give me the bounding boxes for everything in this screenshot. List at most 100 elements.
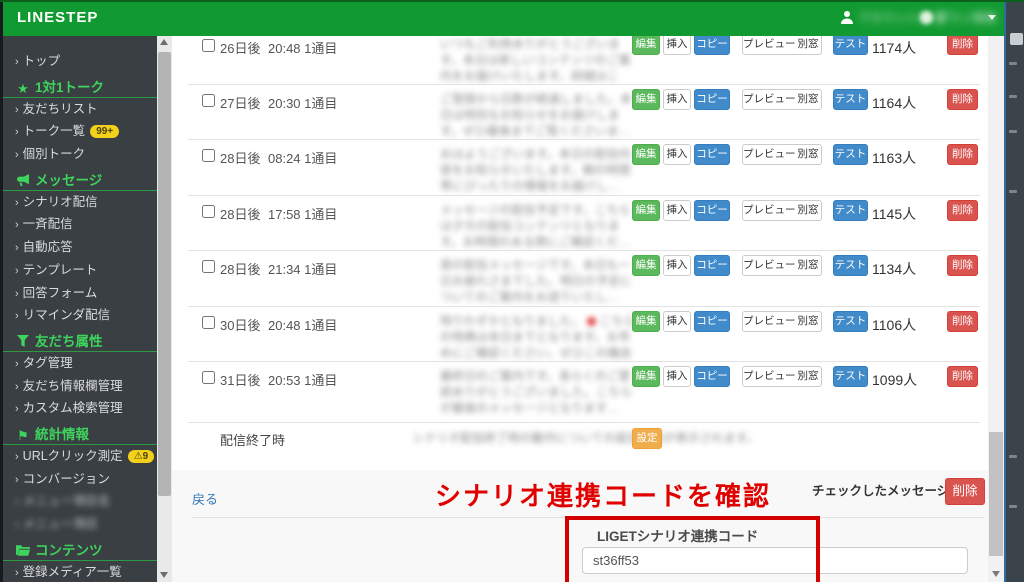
insert-button[interactable]: 挿入: [663, 255, 691, 276]
recipient-count: 1164人: [872, 95, 917, 111]
preview-button[interactable]: プレビュー: [742, 200, 796, 221]
delete-button[interactable]: 削除: [947, 200, 978, 221]
scroll-down-arrow-icon[interactable]: [992, 571, 1000, 577]
new-window-button[interactable]: 別窓: [795, 89, 822, 110]
annotation-text: シナリオ連携コードを確認: [435, 481, 772, 511]
delete-button[interactable]: 削除: [947, 255, 978, 276]
folder-icon: [15, 542, 31, 562]
row-checkbox[interactable]: [202, 39, 215, 52]
sidebar-scrollbar[interactable]: [157, 36, 172, 582]
user-icon: [840, 10, 854, 30]
new-window-button[interactable]: 別窓: [795, 366, 822, 387]
test-button[interactable]: テスト: [833, 255, 868, 276]
sidebar-section-1to1-talk: ★ 1対1トーク: [3, 73, 157, 98]
scroll-down-arrow-icon[interactable]: [160, 572, 168, 578]
insert-button[interactable]: 挿入: [663, 311, 691, 332]
test-button[interactable]: テスト: [833, 366, 868, 387]
test-button[interactable]: テスト: [833, 89, 868, 110]
copy-button[interactable]: コピー: [694, 200, 730, 221]
copy-button[interactable]: コピー: [694, 144, 730, 165]
edit-button[interactable]: 編集: [632, 144, 660, 165]
sidebar-item-answer-form[interactable]: › 回答フォーム: [3, 282, 157, 305]
edit-button[interactable]: 編集: [632, 36, 660, 55]
preview-button[interactable]: プレビュー: [742, 36, 796, 55]
edit-button[interactable]: 編集: [632, 366, 660, 387]
edit-button[interactable]: 編集: [632, 200, 660, 221]
delete-button[interactable]: 削除: [947, 311, 978, 332]
sidebar-item-custom-search-management[interactable]: › カスタム検索管理: [3, 397, 157, 420]
delete-button[interactable]: 削除: [947, 36, 978, 55]
sidebar-item-friend-list[interactable]: › 友だちリスト: [3, 98, 157, 121]
sidebar-item-bulk-delivery[interactable]: › 一斉配信: [3, 213, 157, 236]
new-window-button[interactable]: 別窓: [795, 255, 822, 276]
copy-button[interactable]: コピー: [694, 311, 730, 332]
new-window-button[interactable]: 別窓: [795, 36, 822, 55]
row-checkbox[interactable]: [202, 205, 215, 218]
row-divider: [188, 139, 980, 140]
back-link[interactable]: 戻る: [192, 489, 218, 508]
new-window-button[interactable]: 別窓: [795, 311, 822, 332]
insert-button[interactable]: 挿入: [663, 89, 691, 110]
delivery-end-masked: シナリオ配信終了時の動作についての設定内容が表示されます。: [412, 431, 759, 445]
page-scrollbar-thumb[interactable]: [989, 432, 1003, 556]
sidebar-item-masked-1[interactable]: › メニュー項目名: [3, 490, 157, 513]
test-button[interactable]: テスト: [833, 200, 868, 221]
preview-button[interactable]: プレビュー: [742, 144, 796, 165]
sidebar-item-masked-2[interactable]: › メニュー項目: [3, 513, 157, 536]
row-checkbox[interactable]: [202, 94, 215, 107]
message-preview-masked: いつもご利用ありがとうございます。本日は新しいコンテンツのご案内をお届けいたしま…: [440, 37, 631, 83]
edit-button[interactable]: 編集: [632, 89, 660, 110]
edit-button[interactable]: 編集: [632, 311, 660, 332]
copy-button[interactable]: コピー: [694, 255, 730, 276]
copy-button[interactable]: コピー: [694, 89, 730, 110]
row-checkbox[interactable]: [202, 260, 215, 273]
sidebar-item-registered-media[interactable]: › 登録メディア一覧: [3, 561, 157, 582]
flag-icon: ⚑: [17, 427, 29, 443]
sidebar-item-template[interactable]: › テンプレート: [3, 259, 157, 282]
delete-button[interactable]: 削除: [947, 144, 978, 165]
preview-button[interactable]: プレビュー: [742, 89, 796, 110]
sidebar-item-url-click-measure[interactable]: › URLクリック測定 ⚠9: [3, 445, 157, 468]
sidebar-scrollbar-thumb[interactable]: [158, 52, 171, 496]
new-window-button[interactable]: 別窓: [795, 200, 822, 221]
sidebar-item-friend-info-management[interactable]: › 友だち情報欄管理: [3, 375, 157, 398]
sidebar-item-conversion[interactable]: › コンバージョン: [3, 468, 157, 491]
row-checkbox[interactable]: [202, 149, 215, 162]
sidebar-item-auto-reply[interactable]: › 自動応答: [3, 236, 157, 259]
insert-button[interactable]: 挿入: [663, 144, 691, 165]
row-checkbox[interactable]: [202, 371, 215, 384]
copy-button[interactable]: コピー: [694, 36, 730, 55]
recipient-count: 1174人: [872, 40, 917, 56]
preview-button[interactable]: プレビュー: [742, 311, 796, 332]
row-divider: [188, 84, 980, 85]
set-button[interactable]: 設定: [632, 428, 662, 449]
test-button[interactable]: テスト: [833, 36, 868, 55]
copy-button[interactable]: コピー: [694, 366, 730, 387]
sidebar-item-scenario-delivery[interactable]: › シナリオ配信: [3, 191, 157, 214]
delete-checked-button[interactable]: 削除: [945, 478, 985, 505]
app-header: LINESTEP アカウント名 様 プラン情報: [3, 0, 1004, 36]
sidebar-item-tag-management[interactable]: › タグ管理: [3, 352, 157, 375]
sidebar-item-individual-talk[interactable]: › 個別トーク: [3, 143, 157, 166]
sidebar-section-statistics: ⚑ 統計情報: [3, 420, 157, 445]
new-window-button[interactable]: 別窓: [795, 144, 822, 165]
test-button[interactable]: テスト: [833, 144, 868, 165]
test-button[interactable]: テスト: [833, 311, 868, 332]
preview-button[interactable]: プレビュー: [742, 255, 796, 276]
insert-button[interactable]: 挿入: [663, 200, 691, 221]
edit-button[interactable]: 編集: [632, 255, 660, 276]
sidebar-item-top[interactable]: › トップ: [3, 50, 157, 73]
preview-button[interactable]: プレビュー: [742, 366, 796, 387]
delete-button[interactable]: 削除: [947, 366, 978, 387]
sidebar-item-reminder-delivery[interactable]: › リマインダ配信: [3, 304, 157, 327]
insert-button[interactable]: 挿入: [663, 366, 691, 387]
message-preview-masked: おはようございます。本日の配信内容をお知らせいたします。朝の時間帯にぴったりの情…: [440, 147, 631, 193]
scroll-up-arrow-icon[interactable]: [160, 39, 168, 45]
scenario-code-input[interactable]: [582, 547, 968, 574]
page-scrollbar[interactable]: [988, 36, 1004, 582]
sidebar-item-talk-list[interactable]: › トーク一覧 99+: [3, 120, 157, 143]
delete-button[interactable]: 削除: [947, 89, 978, 110]
table-row: 28日後 08:24 1通目 おはようございます。本日の配信内容をお知らせいたし…: [172, 144, 988, 202]
row-checkbox[interactable]: [202, 316, 215, 329]
insert-button[interactable]: 挿入: [663, 36, 691, 55]
